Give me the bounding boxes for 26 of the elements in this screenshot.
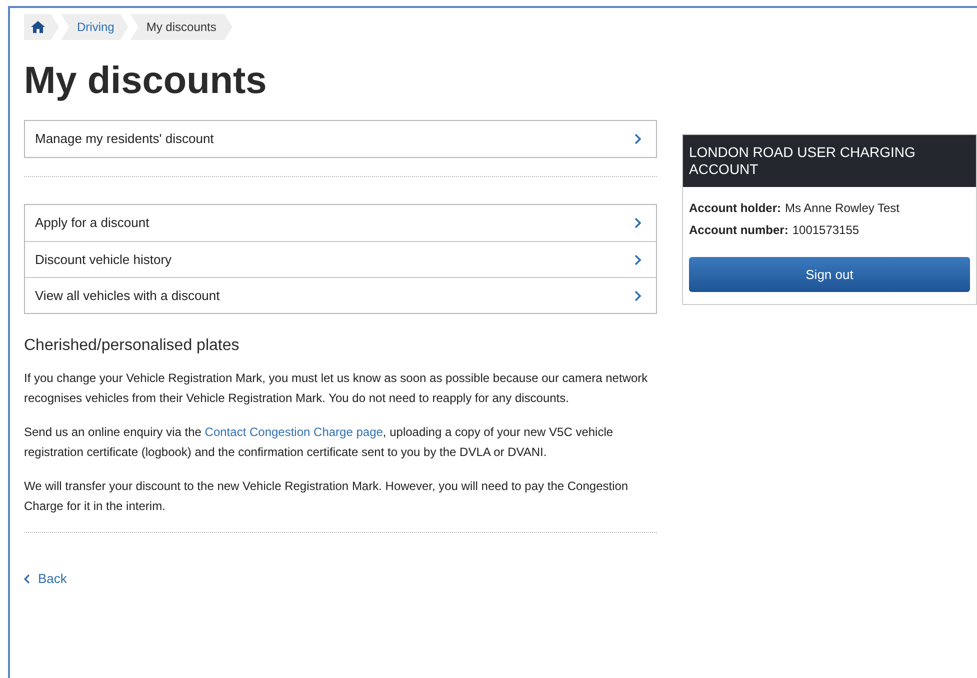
list-link[interactable]: View all vehicles with a discount xyxy=(25,277,656,313)
field-label: Account holder: xyxy=(689,200,781,217)
back-link[interactable]: Back xyxy=(24,569,67,588)
sign-out-button[interactable]: Sign out xyxy=(689,257,970,292)
page-title: My discounts xyxy=(24,62,268,100)
home-breadcrumb[interactable] xyxy=(24,14,59,40)
breadcrumb-current: My discounts xyxy=(130,14,232,40)
account-title: LONDON ROAD USER CHARGING ACCOUNT xyxy=(683,135,976,187)
paragraph: If you change your Vehicle Registration Mark, you must let us know as soon as possible because our camera network recognises vehicles from their Vehicle Registration Mark. You do not need to reapply for any discounts. xyxy=(24,370,649,407)
field-label: Account number: xyxy=(689,222,788,239)
chevron-left-icon xyxy=(24,574,30,584)
chevron-right-icon xyxy=(634,133,642,145)
field-value: 1001573155 xyxy=(792,222,860,239)
section-heading: Cherished/personalised plates xyxy=(24,336,240,356)
paragraph: We will transfer your discount to the new Vehicle Registration Mark. However, you will need to pay the Congestion Charge for it in the interim. xyxy=(24,478,630,515)
contact-page-link[interactable]: Contact Congestion Charge page xyxy=(204,425,383,439)
chevron-right-icon xyxy=(634,290,642,302)
paragraph: Send us an online enquiry via the Contact Congestion Charge page, uploading a copy of your new V5C vehicle registration certificate (logbook) and the confirmation certificate sent to you by the DVLA or DVANI. xyxy=(24,424,614,461)
field-value: Ms Anne Rowley Test xyxy=(785,200,900,217)
chevron-right-icon xyxy=(634,254,642,266)
chevron-right-icon xyxy=(634,217,642,229)
list-link[interactable]: Discount vehicle history xyxy=(25,241,656,277)
home-icon xyxy=(31,21,45,33)
list-link[interactable]: Apply for a discount xyxy=(25,205,656,241)
breadcrumb-link[interactable]: Driving xyxy=(61,14,128,40)
list-link[interactable]: Manage my residents' discount xyxy=(25,121,656,157)
